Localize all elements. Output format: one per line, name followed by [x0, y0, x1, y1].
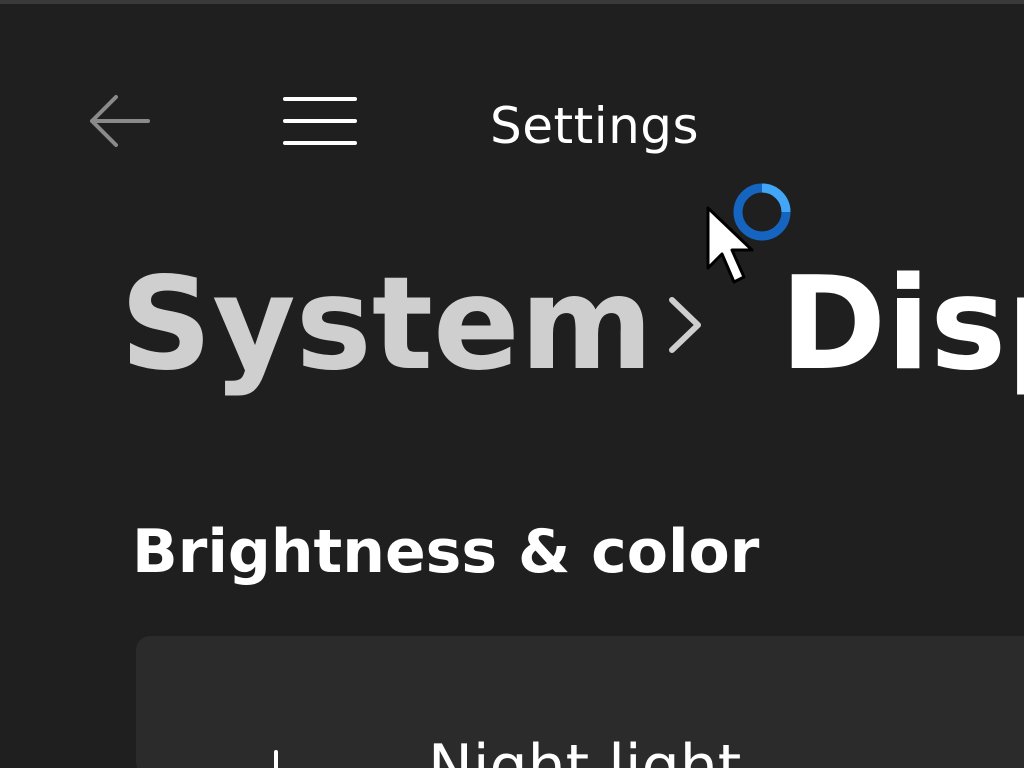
arrow-left-icon	[90, 95, 150, 147]
chevron-right-icon	[669, 297, 701, 353]
settings-window: Settings System Disp Brightness & color …	[0, 0, 1024, 768]
breadcrumb: System Disp	[120, 250, 1024, 400]
section-heading: Brightness & color	[132, 517, 760, 587]
window-top-border	[0, 0, 1024, 4]
night-light-card[interactable]: Night light	[136, 636, 1024, 768]
breadcrumb-item-current: Disp	[780, 250, 1024, 399]
breadcrumb-item-system[interactable]: System	[120, 250, 653, 400]
busy-ring-icon	[733, 183, 791, 241]
app-title: Settings	[490, 97, 700, 155]
hamburger-menu-icon	[283, 97, 357, 145]
night-light-label: Night light	[428, 732, 742, 768]
navigation-menu-button[interactable]	[274, 86, 366, 156]
back-button[interactable]	[80, 86, 158, 156]
night-light-icon	[274, 750, 278, 768]
